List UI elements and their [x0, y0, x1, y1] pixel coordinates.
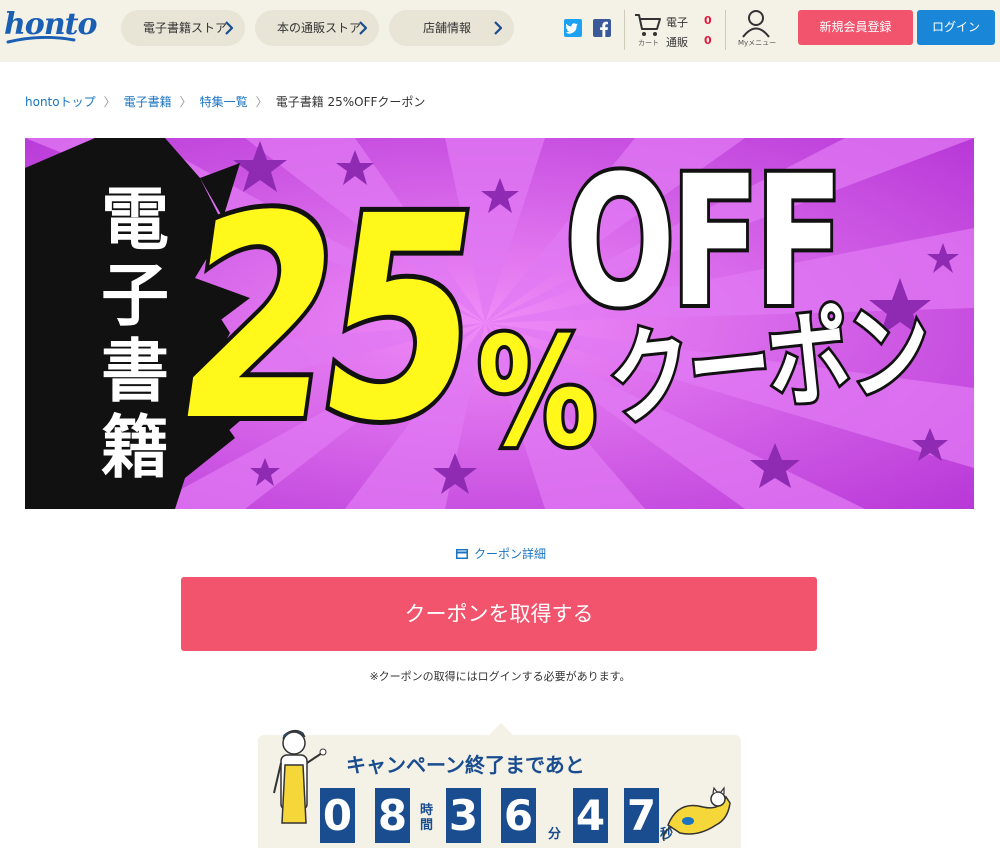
countdown-seconds-tens: 4 [573, 788, 608, 843]
twitter-icon[interactable] [564, 19, 582, 37]
breadcrumb-feature-list[interactable]: 特集一覧 [200, 93, 248, 110]
chevron-right-icon [225, 21, 233, 35]
breadcrumb-separator: 〉 [179, 95, 192, 109]
get-coupon-button[interactable]: クーポンを取得する [181, 577, 817, 651]
breadcrumb-honto-top[interactable]: hontoトップ [25, 93, 96, 110]
breadcrumb-ebook[interactable]: 電子書籍 [124, 93, 172, 110]
header-divider [624, 10, 625, 50]
countdown-hours-ones: 8 [375, 788, 410, 843]
coupon-detail-label: クーポン詳細 [474, 547, 547, 561]
shop-staff-illustration [273, 729, 327, 824]
my-menu[interactable]: Myメニュー [735, 8, 777, 52]
cart-physical-count: 0 [704, 34, 712, 47]
header: honto 電子書籍ストア 本の通販ストア 店舗情報 カート 電子 0 通販 0… [0, 0, 1000, 62]
my-menu-label: Myメニュー [738, 39, 777, 47]
countdown-minutes-unit: 分 [548, 827, 562, 842]
countdown-minutes-ones: 6 [501, 788, 536, 843]
chevron-right-icon [359, 21, 367, 35]
cart-physical-label: 通販 [666, 36, 688, 49]
logo-swoosh-icon [6, 36, 76, 44]
countdown-hours-tens: 0 [320, 788, 355, 843]
nav-ebook-store-label: 電子書籍ストア [143, 21, 228, 35]
countdown-hours-unit: 時間 [420, 803, 434, 833]
honto-logo[interactable]: honto [4, 10, 98, 48]
countdown-pointer [489, 723, 513, 735]
coupon-detail-link[interactable]: クーポン詳細 [456, 545, 546, 562]
breadcrumb-current: 電子書籍 25%OFFクーポン [275, 95, 426, 109]
nav-store-info-label: 店舗情報 [423, 21, 472, 35]
countdown-title: キャンペーン終了まであと [346, 753, 585, 777]
nav-book-store[interactable]: 本の通販ストア [255, 10, 379, 46]
facebook-icon[interactable] [593, 19, 611, 37]
cat-illustration [662, 786, 731, 842]
register-button[interactable]: 新規会員登録 [798, 10, 913, 45]
cart-ebook-label: 電子 [666, 16, 688, 29]
nav-book-store-label: 本の通販ストア [277, 21, 362, 35]
nav-store-info[interactable]: 店舗情報 [389, 10, 514, 46]
card-icon [456, 548, 468, 559]
countdown-minutes-tens: 3 [446, 788, 481, 843]
nav-ebook-store[interactable]: 電子書籍ストア [121, 10, 245, 46]
chevron-right-icon [494, 21, 502, 35]
countdown-panel: キャンペーン終了まであと 0 8 時間 3 6 分 4 7 秒 [258, 729, 741, 848]
cart[interactable]: カート 電子 0 通販 0 [632, 10, 722, 52]
countdown-seconds-ones: 7 [624, 788, 659, 843]
banner-25-text: 25 [157, 153, 494, 488]
cart-ebook-row: 電子 0 [666, 14, 712, 30]
cart-physical-row: 通販 0 [666, 34, 712, 50]
breadcrumb-separator: 〉 [255, 95, 268, 109]
login-button[interactable]: ログイン [917, 10, 995, 45]
user-icon [742, 10, 770, 38]
login-note: ※クーポンの取得にはログインする必要があります。 [369, 670, 631, 683]
header-divider [725, 10, 726, 50]
cart-ebook-count: 0 [704, 14, 712, 27]
cart-icon [635, 14, 661, 36]
campaign-banner: 電子書籍 25 % OFF クーポン [25, 138, 974, 509]
cart-label: カート [638, 39, 659, 47]
breadcrumb: hontoトップ 〉 電子書籍 〉 特集一覧 〉 電子書籍 25%OFFクーポン [25, 93, 425, 110]
breadcrumb-separator: 〉 [103, 95, 116, 109]
